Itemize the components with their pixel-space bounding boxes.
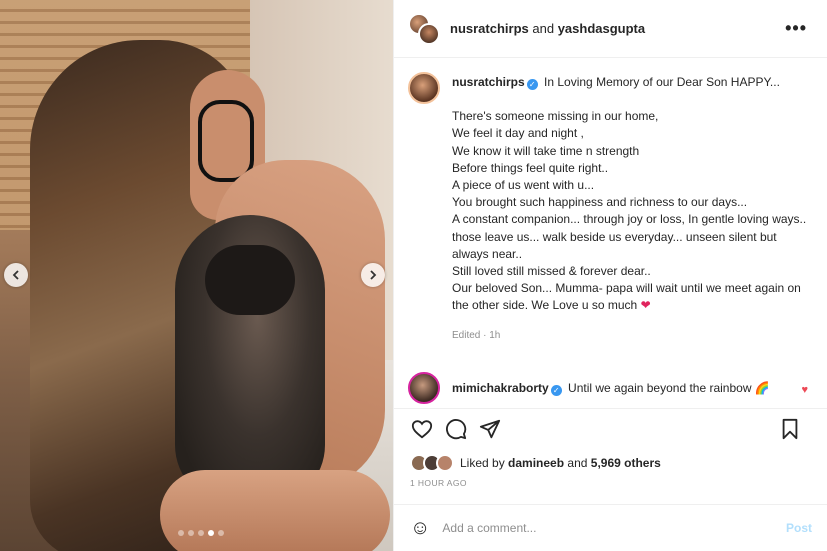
username-link[interactable]: nusratchirps	[450, 21, 529, 36]
liker-username[interactable]: damineeb	[508, 456, 564, 470]
collab-avatars[interactable]	[408, 12, 440, 45]
caption-line: We know it will take time n strength	[452, 143, 640, 158]
comment-row: mimichakraborty ✓ Until we again beyond t…	[408, 372, 812, 404]
action-bar	[394, 408, 827, 448]
share-icon[interactable]	[478, 417, 502, 441]
avatar	[436, 454, 454, 472]
carousel-dots	[178, 530, 224, 536]
carousel-dot	[198, 530, 204, 536]
post-header: nusratchirps and yashdasgupta •••	[394, 0, 827, 58]
edited-timestamp: Edited · 1h	[452, 329, 501, 341]
post-photo	[0, 0, 393, 551]
liker-avatars	[410, 454, 456, 472]
caption-line: Our beloved Son... Mumma- papa will wait…	[452, 280, 812, 314]
post-timestamp[interactable]: 1 HOUR AGO	[410, 478, 467, 488]
liked-by-label: Liked by	[460, 456, 505, 470]
bookmark-icon[interactable]	[778, 417, 802, 441]
caption-line: Still loved still missed & forever dear.…	[452, 264, 651, 279]
caption-line: We feel it day and night ,	[452, 126, 584, 141]
avatar	[418, 22, 440, 45]
rainbow-emoji: 🌈	[754, 380, 770, 395]
caption-line: You brought such happiness and richness …	[452, 195, 748, 210]
carousel-dot	[218, 530, 224, 536]
comment-body: Until we again beyond the rainbow	[568, 380, 752, 395]
caption-area: nusratchirps ✓ In Loving Memory of our De…	[394, 58, 827, 408]
red-heart-emoji: ❤	[640, 298, 651, 313]
carousel-dot	[178, 530, 184, 536]
comment-text: mimichakraborty ✓ Until we again beyond t…	[452, 381, 770, 396]
heart-icon[interactable]	[410, 417, 434, 441]
emoji-icon[interactable]: ☺	[410, 517, 430, 540]
carousel-prev-button[interactable]	[4, 263, 28, 287]
carousel-next-button[interactable]	[361, 263, 385, 287]
post-button[interactable]: Post	[786, 521, 812, 535]
glasses	[198, 100, 254, 182]
carousel-dot	[208, 530, 214, 536]
chevron-left-icon	[12, 270, 19, 280]
verified-badge-icon: ✓	[550, 384, 562, 396]
caption-text: nusratchirps ✓ In Loving Memory of our De…	[452, 72, 812, 344]
caption-line: A piece of us went with u...	[452, 178, 595, 193]
comment-like-icon[interactable]: ♥	[801, 384, 808, 396]
more-options-icon[interactable]: •••	[785, 18, 807, 39]
caption-first-line: In Loving Memory of our Dear Son HAPPY..…	[544, 75, 780, 89]
caption-line: There's someone missing in our home,	[452, 109, 659, 124]
collab-usernames: nusratchirps and yashdasgupta	[450, 21, 645, 36]
dog-muzzle	[205, 245, 295, 315]
username-link[interactable]: yashdasgupta	[558, 21, 645, 36]
likes-summary: Liked by damineeb and 5,969 others	[410, 454, 661, 472]
post-detail-panel: nusratchirps and yashdasgupta ••• nusrat…	[393, 0, 827, 551]
caption-line: Before things feel quite right..	[452, 160, 609, 175]
conjunction: and	[532, 21, 555, 36]
caption-username[interactable]: nusratchirps	[452, 75, 525, 89]
liked-by-and: and	[567, 456, 588, 470]
avatar[interactable]	[408, 72, 440, 104]
caption-line: those leave us... walk beside us everyda…	[452, 229, 780, 261]
add-comment-bar: ☺ Post	[394, 504, 827, 551]
likes-count[interactable]: 5,969 others	[591, 456, 661, 470]
caption-line-text: Our beloved Son... Mumma- papa will wait…	[452, 281, 805, 313]
caption-lines: There's someone missing in our home, We f…	[452, 108, 812, 314]
comment-icon[interactable]	[444, 417, 468, 441]
carousel-dot	[188, 530, 194, 536]
woman-forearm	[160, 470, 390, 551]
comment-username[interactable]: mimichakraborty	[452, 381, 549, 395]
avatar[interactable]	[408, 372, 440, 404]
chevron-right-icon	[370, 270, 377, 280]
verified-badge-icon: ✓	[526, 79, 538, 90]
caption-line: A constant companion... through joy or l…	[452, 212, 807, 227]
comment-input[interactable]	[442, 521, 776, 535]
